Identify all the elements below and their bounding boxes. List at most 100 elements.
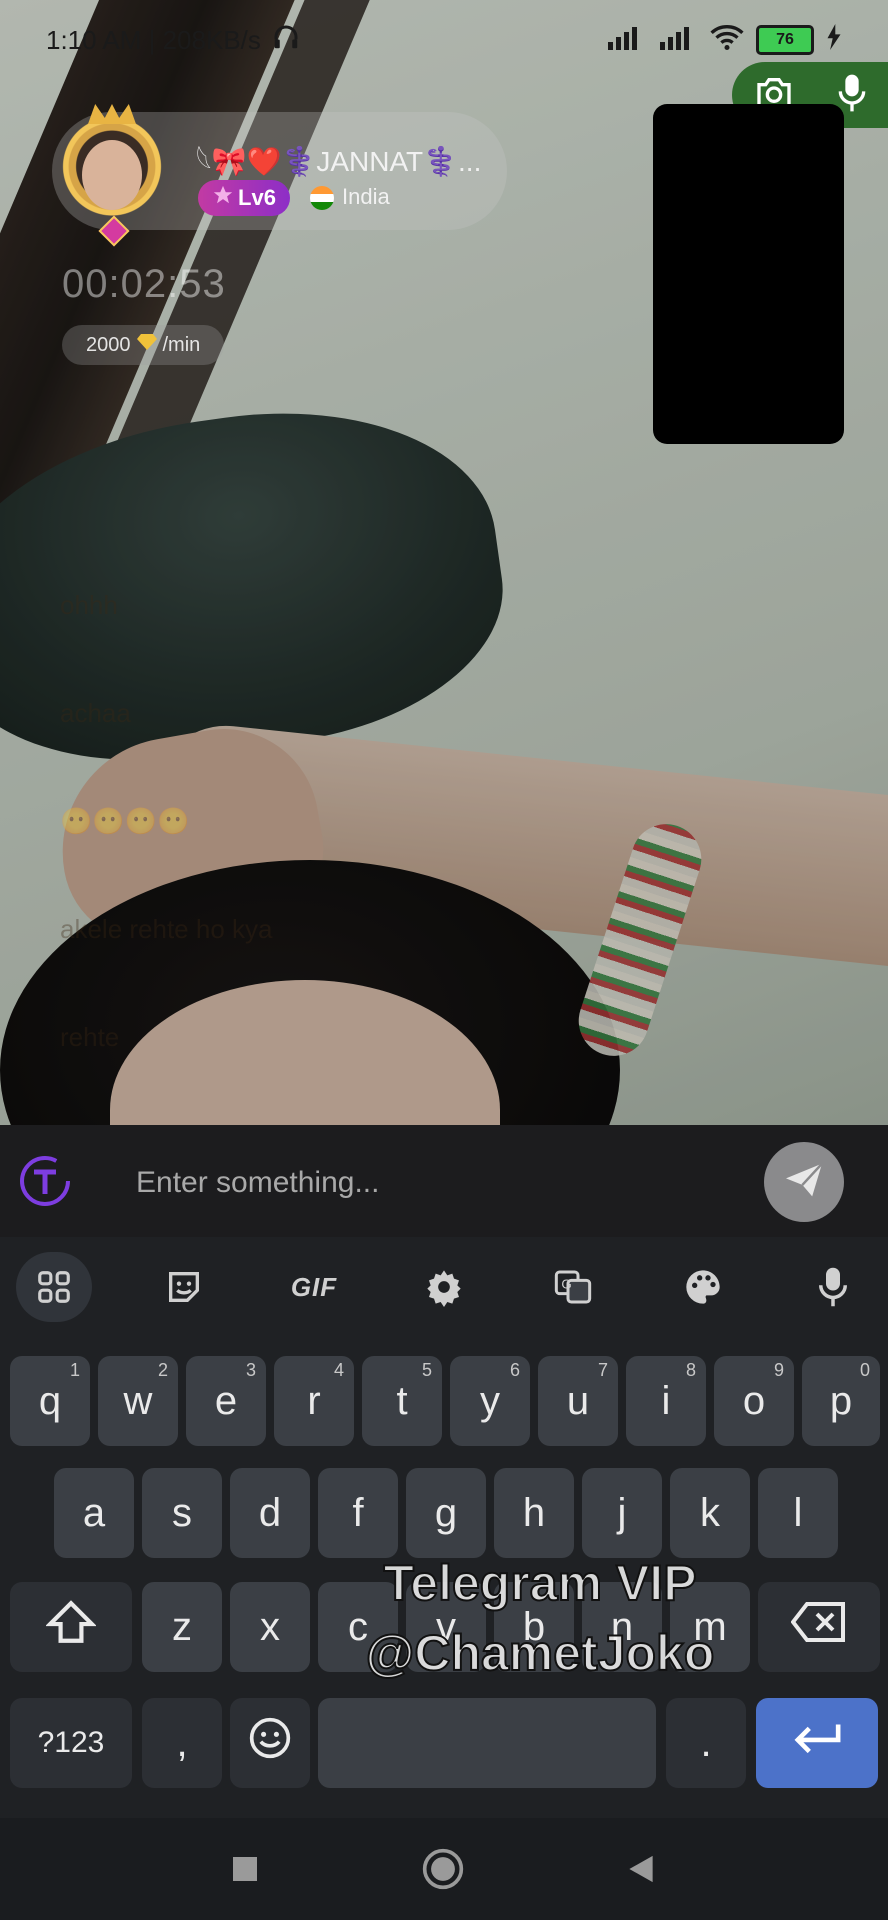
key-k[interactable]: k <box>670 1468 750 1558</box>
key-r[interactable]: r4 <box>274 1356 354 1446</box>
shift-key[interactable] <box>10 1582 132 1672</box>
key-label: p <box>829 1378 853 1423</box>
key-hint: 8 <box>685 1360 696 1380</box>
key-y[interactable]: y6 <box>450 1356 530 1446</box>
enter-icon <box>792 1720 842 1766</box>
key-hint: 5 <box>421 1360 432 1380</box>
wifi-icon <box>710 23 744 58</box>
key-label: e <box>214 1378 238 1423</box>
backspace-key[interactable] <box>758 1582 880 1672</box>
space-key[interactable] <box>318 1698 656 1788</box>
settings-gear-icon[interactable] <box>406 1252 482 1322</box>
key-hint: 7 <box>597 1360 608 1380</box>
rate-unit: /min <box>162 333 201 356</box>
sticker-icon[interactable] <box>146 1252 222 1322</box>
send-button[interactable] <box>764 1142 844 1222</box>
key-d[interactable]: d <box>230 1468 310 1558</box>
recents-square-icon[interactable] <box>222 1846 268 1892</box>
emoji-icon <box>248 1716 292 1770</box>
key-g[interactable]: g <box>406 1468 486 1558</box>
key-hint: 2 <box>157 1360 168 1380</box>
enter-key[interactable] <box>756 1698 878 1788</box>
key-a[interactable]: a <box>54 1468 134 1558</box>
send-icon <box>784 1162 824 1203</box>
key-q[interactable]: q1 <box>10 1356 90 1446</box>
key-t[interactable]: t5 <box>362 1356 442 1446</box>
key-h[interactable]: h <box>494 1468 574 1558</box>
star-icon <box>212 184 234 212</box>
charging-icon <box>826 23 842 57</box>
palette-icon[interactable] <box>665 1252 741 1322</box>
emoji-key[interactable] <box>230 1698 310 1788</box>
status-right: 76 <box>606 23 842 58</box>
self-video-preview[interactable] <box>653 104 844 444</box>
comma-key[interactable]: , <box>142 1698 222 1788</box>
key-label: i <box>661 1378 671 1423</box>
chat-message: rehte <box>60 1022 120 1052</box>
key-label: r <box>307 1378 321 1423</box>
key-hint: 6 <box>509 1360 520 1380</box>
key-i[interactable]: i8 <box>626 1356 706 1446</box>
india-flag-icon <box>310 186 334 210</box>
apps-grid-icon[interactable] <box>16 1252 92 1322</box>
caller-country: India <box>342 184 390 209</box>
key-hint: 4 <box>333 1360 344 1380</box>
keyboard-toolbar: GIF G <box>0 1252 888 1322</box>
back-triangle-icon[interactable] <box>618 1846 664 1892</box>
gif-button[interactable]: GIF <box>276 1252 352 1322</box>
level-label: Lv6 <box>238 185 276 210</box>
watermark-line-1: Telegram VIP <box>382 1554 697 1612</box>
signal-icon <box>606 24 646 57</box>
message-input[interactable] <box>134 1150 738 1216</box>
battery-icon: 76 <box>756 25 814 55</box>
key-hint: 1 <box>69 1360 80 1380</box>
home-circle-icon[interactable] <box>420 1846 466 1892</box>
key-f[interactable]: f <box>318 1468 398 1558</box>
call-rate: 2000 /min <box>62 325 225 365</box>
status-left: 1:10 AM | 208KB/s <box>46 22 301 59</box>
chat-message: achaa <box>60 698 131 728</box>
key-w[interactable]: w2 <box>98 1356 178 1446</box>
rate-value: 2000 <box>86 333 131 356</box>
key-label: q <box>38 1378 62 1423</box>
headphones-icon <box>271 22 301 59</box>
chat-message: 😶😶😶😶 <box>60 806 190 836</box>
key-o[interactable]: o9 <box>714 1356 794 1446</box>
svg-text:G: G <box>561 1277 571 1292</box>
avatar-face <box>82 140 142 210</box>
key-hint: 9 <box>773 1360 784 1380</box>
chat-message: ohhh <box>60 590 118 620</box>
symbols-key[interactable]: ?123 <box>10 1698 132 1788</box>
voice-mic-icon[interactable] <box>795 1252 871 1322</box>
key-u[interactable]: u7 <box>538 1356 618 1446</box>
key-x[interactable]: x <box>230 1582 310 1672</box>
level-badge: Lv6 <box>198 180 290 216</box>
key-label: o <box>742 1378 766 1423</box>
key-p[interactable]: p0 <box>802 1356 880 1446</box>
key-hint: 3 <box>245 1360 256 1380</box>
caller-username: 𓆩🎀❤️⚕️JANNAT⚕️... <box>196 146 482 177</box>
period-key[interactable]: . <box>666 1698 746 1788</box>
key-s[interactable]: s <box>142 1468 222 1558</box>
crown-icon <box>88 104 136 124</box>
watermark-line-2: @ChametJoko <box>365 1624 716 1682</box>
watermark: Telegram VIP @ChametJoko <box>340 1548 740 1688</box>
key-label: t <box>396 1378 408 1423</box>
key-hint: 0 <box>859 1360 870 1380</box>
signal-icon-2 <box>658 24 698 57</box>
key-j[interactable]: j <box>582 1468 662 1558</box>
key-label: y <box>480 1378 500 1423</box>
key-l[interactable]: l <box>758 1468 838 1558</box>
backspace-icon <box>790 1602 847 1652</box>
chat-message: akele rehte ho kya <box>60 914 273 944</box>
shift-icon <box>45 1599 97 1655</box>
key-e[interactable]: e3 <box>186 1356 266 1446</box>
translate-t-icon[interactable] <box>18 1154 72 1208</box>
diamond-icon <box>136 333 157 357</box>
key-label: u <box>566 1378 590 1423</box>
key-label: w <box>123 1378 153 1423</box>
key-z[interactable]: z <box>142 1582 222 1672</box>
call-timer: 00:02:53 <box>62 262 226 306</box>
status-time-speed: 1:10 AM | 208KB/s <box>46 24 261 55</box>
translate-icon[interactable]: G <box>535 1252 611 1322</box>
